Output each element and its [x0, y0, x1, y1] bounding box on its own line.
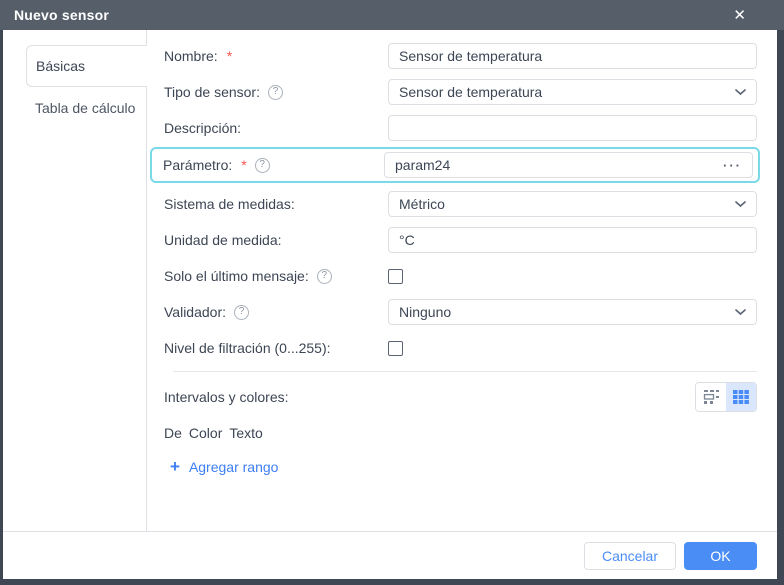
unidad-medida-input[interactable]	[388, 227, 757, 253]
descripcion-input[interactable]	[388, 115, 757, 141]
section-divider	[173, 371, 757, 372]
plus-icon: +	[170, 458, 180, 475]
sistema-medidas-select[interactable]: Métrico	[388, 191, 757, 217]
form-content: Nombre: * Tipo de sensor: ? Sensor de tem…	[147, 30, 777, 531]
tab-tabla-de-calculo[interactable]: Tabla de cálculo	[3, 87, 146, 129]
dialog-footer: Cancelar OK	[3, 531, 777, 579]
help-icon[interactable]: ?	[255, 158, 270, 173]
help-icon[interactable]: ?	[268, 85, 283, 100]
unidad-medida-label: Unidad de medida:	[164, 232, 282, 248]
chevron-down-icon	[735, 201, 746, 208]
validador-label: Validador:	[164, 304, 226, 320]
ok-button[interactable]: OK	[684, 542, 757, 570]
new-sensor-dialog: Nuevo sensor ✕ Básicas Tabla de cálculo …	[0, 0, 784, 585]
nombre-input[interactable]	[388, 43, 757, 69]
intervals-icon	[703, 390, 720, 404]
required-asterisk: *	[241, 157, 246, 173]
intervalos-label: Intervalos y colores:	[164, 389, 289, 405]
tab-basicas[interactable]: Básicas	[26, 45, 147, 87]
required-asterisk: *	[227, 48, 232, 64]
cancel-button[interactable]: Cancelar	[584, 542, 676, 570]
table-grid-icon	[733, 390, 749, 404]
help-icon[interactable]: ?	[317, 269, 332, 284]
parametro-label: Parámetro:	[163, 157, 232, 173]
filtracion-checkbox[interactable]	[388, 341, 403, 356]
chevron-down-icon	[735, 309, 746, 316]
tipo-sensor-value: Sensor de temperatura	[399, 84, 542, 100]
add-range-label: Agregar rango	[189, 459, 279, 475]
row-parametro-highlighted: Parámetro: * ? param24 ···	[150, 147, 760, 183]
range-header-color: Color	[189, 425, 222, 441]
range-table-headers: De Color Texto	[164, 425, 757, 441]
validador-select[interactable]: Ninguno	[388, 299, 757, 325]
descripcion-label: Descripción:	[164, 120, 241, 136]
close-icon[interactable]: ✕	[733, 8, 746, 23]
range-header-texto: Texto	[229, 425, 262, 441]
range-header-de: De	[164, 425, 182, 441]
row-validador: Validador: ? Ninguno	[164, 299, 757, 325]
row-tipo-sensor: Tipo de sensor: ? Sensor de temperatura	[164, 79, 757, 105]
row-intervalos: Intervalos y colores:	[164, 382, 757, 412]
tipo-sensor-label: Tipo de sensor:	[164, 84, 260, 100]
row-unidad-medida: Unidad de medida:	[164, 227, 757, 253]
row-descripcion: Descripción:	[164, 115, 757, 141]
row-filtracion: Nivel de filtración (0...255):	[164, 335, 757, 361]
sistema-medidas-value: Métrico	[399, 196, 445, 212]
tab-basicas-label: Básicas	[36, 58, 85, 74]
table-view-button[interactable]	[726, 383, 756, 411]
more-options-icon[interactable]: ···	[723, 159, 742, 172]
nombre-label: Nombre:	[164, 48, 218, 64]
dialog-title: Nuevo sensor	[14, 7, 109, 23]
intervals-view-button[interactable]	[696, 383, 726, 411]
parametro-value: param24	[395, 157, 450, 173]
add-range-link[interactable]: + Agregar rango	[170, 458, 757, 475]
ultimo-mensaje-checkbox[interactable]	[388, 269, 403, 284]
dialog-titlebar: Nuevo sensor ✕	[0, 0, 784, 30]
help-icon[interactable]: ?	[234, 305, 249, 320]
row-nombre: Nombre: *	[164, 43, 757, 69]
dialog-body: Básicas Tabla de cálculo Nombre: *	[3, 30, 777, 579]
validador-value: Ninguno	[399, 304, 451, 320]
tabs-sidebar: Básicas Tabla de cálculo	[3, 30, 147, 531]
view-toggle-group	[695, 382, 757, 412]
row-ultimo-mensaje: Solo el último mensaje: ?	[164, 263, 757, 289]
tipo-sensor-select[interactable]: Sensor de temperatura	[388, 79, 757, 105]
chevron-down-icon	[735, 89, 746, 96]
tab-tabla-de-calculo-label: Tabla de cálculo	[35, 100, 135, 116]
parametro-input[interactable]: param24 ···	[384, 152, 753, 178]
sistema-medidas-label: Sistema de medidas:	[164, 196, 295, 212]
filtracion-label: Nivel de filtración (0...255):	[164, 340, 331, 356]
ultimo-mensaje-label: Solo el último mensaje:	[164, 268, 309, 284]
row-sistema-medidas: Sistema de medidas: Métrico	[164, 191, 757, 217]
